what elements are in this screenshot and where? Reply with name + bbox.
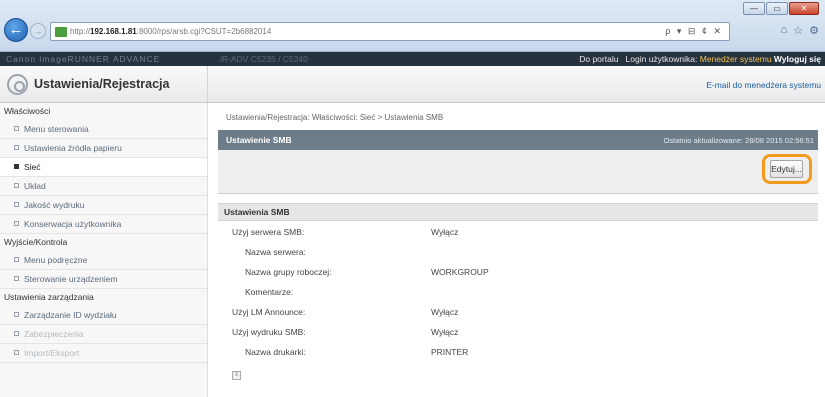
bullet-icon xyxy=(14,350,19,355)
setting-row: Nazwa drukarki: PRINTER xyxy=(218,342,818,362)
address-url[interactable]: http://192.168.1.81:8000/rps/arsb.cgi?CS… xyxy=(70,27,271,36)
page-title: Ustawienia/Rejestracja xyxy=(34,77,170,91)
sidebar-item-quick-menu[interactable]: Menu podręczne xyxy=(0,251,207,270)
settings-gear-icon xyxy=(7,74,28,95)
browser-toolbar: ⌂ ☆ ⚙ xyxy=(781,24,819,37)
setting-label: Komentarze: xyxy=(245,287,294,297)
setting-value: Wyłącz xyxy=(431,307,459,317)
device-name: Canon imageRUNNER ADVANCE xyxy=(6,54,161,64)
page-top-icon[interactable]: ≡ xyxy=(232,371,241,380)
site-favicon-icon xyxy=(55,26,67,37)
setting-label: Użyj serwera SMB: xyxy=(232,227,305,237)
setting-row: Nazwa serwera: xyxy=(218,242,818,262)
close-window-button[interactable]: ✕ xyxy=(789,2,819,15)
settings-gear-icon[interactable]: ⚙ xyxy=(809,24,819,37)
sidebar-item-paper-source[interactable]: Ustawienia źródła papieru xyxy=(0,139,207,158)
sidebar-item-print-quality[interactable]: Jakość wydruku xyxy=(0,196,207,215)
sidebar-section-management: Ustawienia zarządzania xyxy=(4,292,94,302)
bullet-icon xyxy=(14,312,19,317)
back-arrow-icon[interactable]: ← xyxy=(4,18,28,42)
sidebar-item-department-id[interactable]: Zarządzanie ID wydziału xyxy=(0,306,207,325)
setting-label: Użyj wydruku SMB: xyxy=(232,327,306,337)
window-controls: — ▭ ✕ xyxy=(743,2,819,15)
top-bar: Canon imageRUNNER ADVANCE iR-ADV C5235 /… xyxy=(0,52,825,66)
username: Menedżer systemu xyxy=(699,54,772,64)
bullet-icon xyxy=(14,257,19,262)
bullet-icon xyxy=(14,164,19,169)
browser-chrome: — ▭ ✕ ← → http://192.168.1.81:8000/rps/a… xyxy=(0,0,825,52)
login-label: Login użytkownika: xyxy=(625,54,698,64)
maximize-button[interactable]: ▭ xyxy=(766,2,788,15)
settings-list: Użyj serwera SMB: Wyłącz Nazwa serwera: N… xyxy=(218,222,818,362)
section-page-title: Ustawienie SMB xyxy=(226,135,292,145)
home-icon[interactable]: ⌂ xyxy=(781,24,788,37)
address-bar[interactable]: http://192.168.1.81:8000/rps/arsb.cgi?CS… xyxy=(50,22,730,41)
setting-value: Wyłącz xyxy=(431,227,459,237)
bullet-icon xyxy=(14,221,19,226)
setting-row: Użyj wydruku SMB: Wyłącz xyxy=(218,322,818,342)
setting-value: WORKGROUP xyxy=(431,267,489,277)
setting-label: Użyj LM Announce: xyxy=(232,307,306,317)
user-info: Do portalu Login użytkownika: Menedżer s… xyxy=(579,52,821,66)
edit-highlight: Edytuj... xyxy=(762,154,812,184)
sidebar-section-properties: Właściwości xyxy=(4,106,51,116)
setting-value: Wyłącz xyxy=(431,327,459,337)
sidebar: Właściwości Menu sterowania Ustawienia ź… xyxy=(0,103,208,397)
setting-row: Komentarze: xyxy=(218,282,818,302)
title-bar: Ustawienie SMB Ostatnio aktualizowane: 2… xyxy=(218,130,818,150)
setting-row: Nazwa grupy roboczej: WORKGROUP xyxy=(218,262,818,282)
forward-arrow-icon[interactable]: → xyxy=(30,23,46,39)
bullet-icon xyxy=(14,145,19,150)
setting-row: Użyj serwera SMB: Wyłącz xyxy=(218,222,818,242)
sidebar-item-security[interactable]: Zabezpieczenia xyxy=(0,325,207,344)
action-toolbar: Edytuj... xyxy=(218,150,818,194)
bullet-icon xyxy=(14,276,19,281)
address-tools[interactable]: ρ ▾ ⊟ ¢ ✕ xyxy=(665,26,729,37)
bullet-icon xyxy=(14,331,19,336)
breadcrumb: Ustawienia/Rejestracja: Właściwości: Sie… xyxy=(226,113,444,122)
device-model: iR-ADV C5235 / C5240 xyxy=(220,54,308,64)
portal-link[interactable]: Do portalu xyxy=(579,54,618,64)
sidebar-item-control-menu[interactable]: Menu sterowania xyxy=(0,120,207,139)
last-updated: Ostatnio aktualizowane: 28/08 2015 02:56… xyxy=(663,136,814,145)
bullet-icon xyxy=(14,126,19,131)
sidebar-item-import-export[interactable]: Import/Eksport xyxy=(0,344,207,363)
setting-row: Użyj LM Announce: Wyłącz xyxy=(218,302,818,322)
edit-button[interactable]: Edytuj... xyxy=(770,160,803,178)
smb-settings-header: Ustawienia SMB xyxy=(218,203,818,221)
setting-label: Nazwa grupy roboczej: xyxy=(245,267,332,277)
bullet-icon xyxy=(14,183,19,188)
sidebar-item-layout[interactable]: Układ xyxy=(0,177,207,196)
admin-mail-link[interactable]: E-mail do menedżera systemu xyxy=(706,80,821,90)
sidebar-item-user-maintenance[interactable]: Konserwacja użytkownika xyxy=(0,215,207,234)
sidebar-item-network[interactable]: Sieć xyxy=(0,158,207,177)
logout-link[interactable]: Wyloguj się xyxy=(774,54,821,64)
minimize-button[interactable]: — xyxy=(743,2,765,15)
header-divider xyxy=(207,66,208,103)
page-header: Ustawienia/Rejestracja E-mail do menedże… xyxy=(0,66,825,103)
favorites-star-icon[interactable]: ☆ xyxy=(793,24,803,37)
setting-value: PRINTER xyxy=(431,347,469,357)
sidebar-section-output: Wyjście/Kontrola xyxy=(4,237,68,247)
bullet-icon xyxy=(14,202,19,207)
sidebar-item-device-control[interactable]: Sterowanie urządzeniem xyxy=(0,270,207,289)
setting-label: Nazwa drukarki: xyxy=(245,347,306,357)
setting-label: Nazwa serwera: xyxy=(245,247,306,257)
